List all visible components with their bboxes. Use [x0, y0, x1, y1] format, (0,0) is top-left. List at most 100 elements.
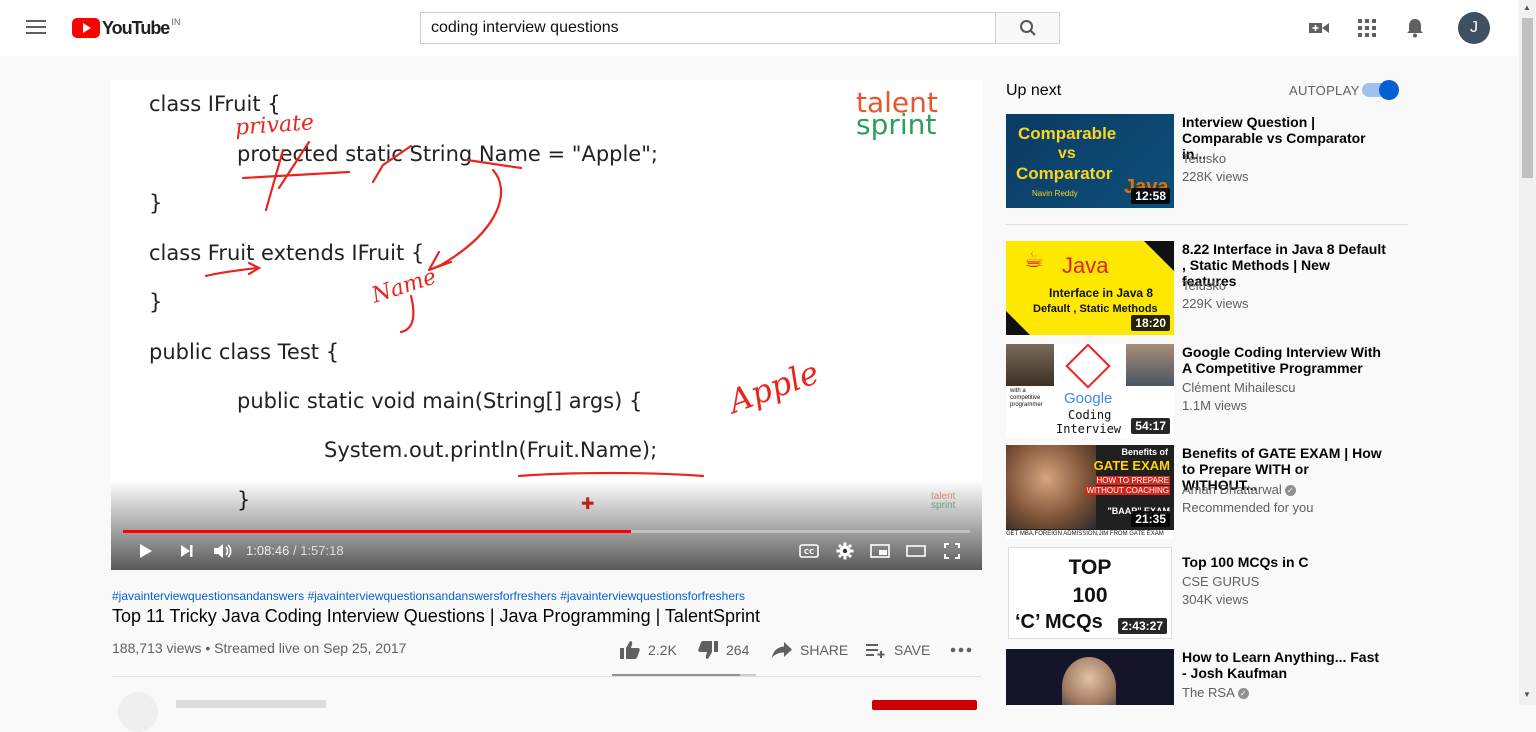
share-arrow-icon — [772, 642, 792, 658]
video-thumbnail[interactable]: with a competitive programmer Google Cod… — [1006, 344, 1174, 438]
guide-menu-button[interactable] — [20, 16, 52, 40]
video-thumbnail[interactable]: Comparable vs Comparator Navin Reddy Jav… — [1006, 114, 1174, 208]
thumb-text: Google — [1064, 390, 1113, 407]
recommendation-item[interactable]: with a competitive programmer Google Cod… — [1006, 344, 1408, 438]
search-button[interactable] — [995, 12, 1060, 44]
mute-button[interactable] — [211, 540, 235, 562]
thumb-text: TOP — [1068, 556, 1112, 579]
miniplayer-button[interactable] — [868, 540, 892, 562]
video-duration: 21:35 — [1131, 511, 1170, 527]
verified-check-icon: ✓ — [1284, 485, 1296, 497]
region-code: IN — [171, 17, 181, 27]
save-button[interactable]: SAVE — [866, 640, 930, 660]
video-thumbnail[interactable]: ☕ Java Interface in Java 8 Default , Sta… — [1006, 241, 1174, 335]
thumb-text: GET MBA,FOREIGN ADMISSION,JIM FROM GATE … — [1006, 530, 1174, 539]
thumb-text: Java — [1062, 253, 1109, 278]
thumb-text: WITHOUT COACHING — [1085, 486, 1170, 495]
thumb-text: GATE EXAM — [1093, 458, 1170, 473]
channel-name[interactable]: Aman Dhattarwal — [1182, 482, 1282, 497]
youtube-logo[interactable]: YouTube IN — [72, 17, 180, 39]
search-input[interactable] — [420, 12, 995, 44]
toggle-knob[interactable] — [1379, 80, 1399, 100]
recommendation-channel[interactable]: Telusko — [1182, 151, 1226, 166]
thumb-text: Coding — [1068, 408, 1112, 422]
svg-text:CC: CC — [804, 548, 814, 556]
recommendation-title[interactable]: Google Coding Interview With A Competiti… — [1182, 344, 1387, 376]
recommendation-channel[interactable]: Telusko — [1182, 278, 1226, 293]
scroll-up-icon[interactable]: ▲ — [1523, 3, 1531, 12]
java-cup-icon: ☕ — [1024, 247, 1044, 272]
thumb-person — [1062, 657, 1116, 705]
recommendation-channel[interactable]: Aman Dhattarwal ✓ — [1182, 482, 1296, 497]
subscribe-button[interactable] — [872, 700, 977, 710]
video-thumbnail[interactable] — [1006, 649, 1174, 705]
recommendation-channel[interactable]: Clément Mihailescu — [1182, 380, 1295, 395]
thumb-text: Interview — [1056, 422, 1122, 436]
miniplayer-icon — [870, 544, 890, 558]
thumb-text: ‘C’ MCQs — [1015, 611, 1103, 633]
theater-icon — [906, 545, 926, 557]
thumb-person — [1006, 344, 1054, 386]
share-label: SHARE — [800, 642, 849, 658]
video-thumbnail[interactable]: TOP 100 ‘C’ MCQs 2:43:27 — [1008, 547, 1172, 639]
like-button[interactable]: 2.2K — [620, 640, 677, 660]
video-player[interactable]: class IFruit { protected static String N… — [111, 80, 982, 570]
page-scrollbar[interactable]: ▲ ▼ — [1519, 0, 1536, 705]
channel-name[interactable]: The RSA — [1182, 685, 1235, 700]
fullscreen-icon — [944, 543, 960, 559]
video-duration: 54:17 — [1131, 418, 1170, 434]
next-button[interactable] — [177, 540, 197, 562]
scroll-down-icon[interactable]: ▼ — [1523, 690, 1531, 699]
thumb-text: vs — [1058, 145, 1076, 162]
video-thumbnail[interactable]: Benefits of GATE EXAM HOW TO PREPARE WIT… — [1006, 445, 1174, 539]
autoplay-label: AUTOPLAY — [1289, 83, 1360, 98]
recommendation-item[interactable]: Benefits of GATE EXAM HOW TO PREPARE WIT… — [1006, 445, 1408, 539]
fullscreen-button[interactable] — [940, 540, 964, 562]
recommendation-item[interactable]: TOP 100 ‘C’ MCQs 2:43:27 Top 100 MCQs in… — [1006, 547, 1408, 641]
thumb-text: with a competitive programmer — [1010, 388, 1043, 408]
recommendation-item[interactable]: Comparable vs Comparator Navin Reddy Jav… — [1006, 114, 1408, 208]
scroll-thumb[interactable] — [1522, 18, 1533, 178]
talentsprint-logo: talent sprint — [856, 89, 938, 139]
search-icon — [1019, 20, 1036, 36]
recommendation-channel[interactable]: The RSA ✓ — [1182, 685, 1249, 700]
progress-played — [123, 530, 632, 533]
recommendation-item[interactable]: ☕ Java Interface in Java 8 Default , Sta… — [1006, 241, 1408, 335]
recommendation-title[interactable]: How to Learn Anything... Fast - Josh Kau… — [1182, 649, 1387, 681]
hashtags[interactable]: #javainterviewquestionsandanswers #javai… — [112, 589, 745, 603]
recommendation-views: 229K views — [1182, 296, 1249, 311]
recommendation-item[interactable]: How to Learn Anything... Fast - Josh Kau… — [1006, 649, 1408, 705]
recommendation-title[interactable]: Top 100 MCQs in C — [1182, 554, 1387, 570]
thumbs-down-icon — [698, 641, 718, 659]
video-duration: 2:43:27 — [1117, 618, 1167, 634]
masthead: YouTube IN J — [0, 0, 1519, 56]
play-button[interactable] — [135, 540, 157, 562]
video-title: Top 11 Tricky Java Coding Interview Ques… — [112, 606, 760, 626]
recommendation-views: 228K views — [1182, 169, 1249, 184]
autoplay-toggle[interactable] — [1362, 80, 1399, 100]
up-next-separator — [1006, 224, 1408, 225]
youtube-play-icon — [72, 18, 100, 38]
dislike-button[interactable]: 264 — [698, 640, 749, 660]
skip-next-icon — [181, 545, 193, 557]
notifications-button[interactable] — [1403, 16, 1427, 40]
captions-button[interactable]: CC — [797, 540, 821, 562]
like-count: 2.2K — [648, 642, 677, 658]
apps-button[interactable] — [1355, 16, 1379, 40]
share-button[interactable]: SHARE — [772, 640, 848, 660]
gear-icon — [836, 542, 854, 560]
recommendation-channel[interactable]: CSE GURUS — [1182, 574, 1259, 589]
channel-name-placeholder[interactable] — [176, 700, 326, 708]
channel-avatar[interactable] — [118, 692, 158, 732]
thumbs-up-icon — [620, 641, 640, 659]
create-video-button[interactable] — [1307, 16, 1331, 40]
settings-button[interactable] — [833, 540, 857, 562]
account-avatar[interactable]: J — [1458, 12, 1490, 44]
progress-bar[interactable] — [123, 530, 970, 533]
volume-icon — [214, 544, 232, 558]
more-actions-button[interactable] — [950, 640, 972, 660]
theater-mode-button[interactable] — [904, 540, 928, 562]
bell-icon — [1407, 19, 1423, 38]
time-total: 1:57:18 — [300, 543, 344, 558]
more-horizontal-icon — [950, 647, 972, 653]
